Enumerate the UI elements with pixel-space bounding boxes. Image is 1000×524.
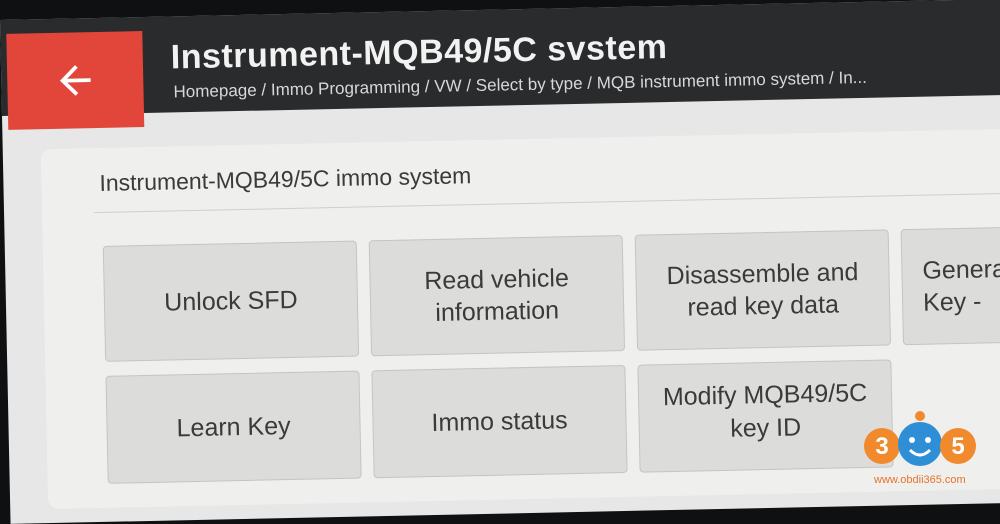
disassemble-read-key-button[interactable]: Disassemble and read key data [634,229,892,351]
function-panel: Instrument-MQB49/5C immo system Unlock S… [40,128,1000,510]
arrow-left-icon [59,65,91,96]
immo-status-button[interactable]: Immo status [371,364,628,479]
divider [94,192,1000,214]
section-title: Instrument-MQB49/5C immo system [99,162,472,196]
generate-key-button[interactable]: Genera Key - [900,226,1000,346]
learn-key-button[interactable]: Learn Key [105,370,362,484]
modify-key-id-button[interactable]: Modify MQB49/5C key ID [637,359,894,473]
obdii365-logo: 3 5 [864,411,976,466]
read-vehicle-info-button[interactable]: Read vehicle information [368,235,626,357]
watermark-url: www.obdii365.com [874,474,966,486]
back-button[interactable] [6,31,145,130]
obdii365-watermark: 3 5 www.obdii365.com [862,408,982,498]
device-screen: Instrument-MQB49/5C svstem Homepage / Im… [0,0,1000,524]
unlock-sfd-button[interactable]: Unlock SFD [102,240,360,362]
page-title: Instrument-MQB49/5C svstem [170,28,668,77]
app-header: Instrument-MQB49/5C svstem Homepage / Im… [0,0,1000,130]
svg-text:3: 3 [875,433,888,460]
svg-text:5: 5 [951,433,964,460]
